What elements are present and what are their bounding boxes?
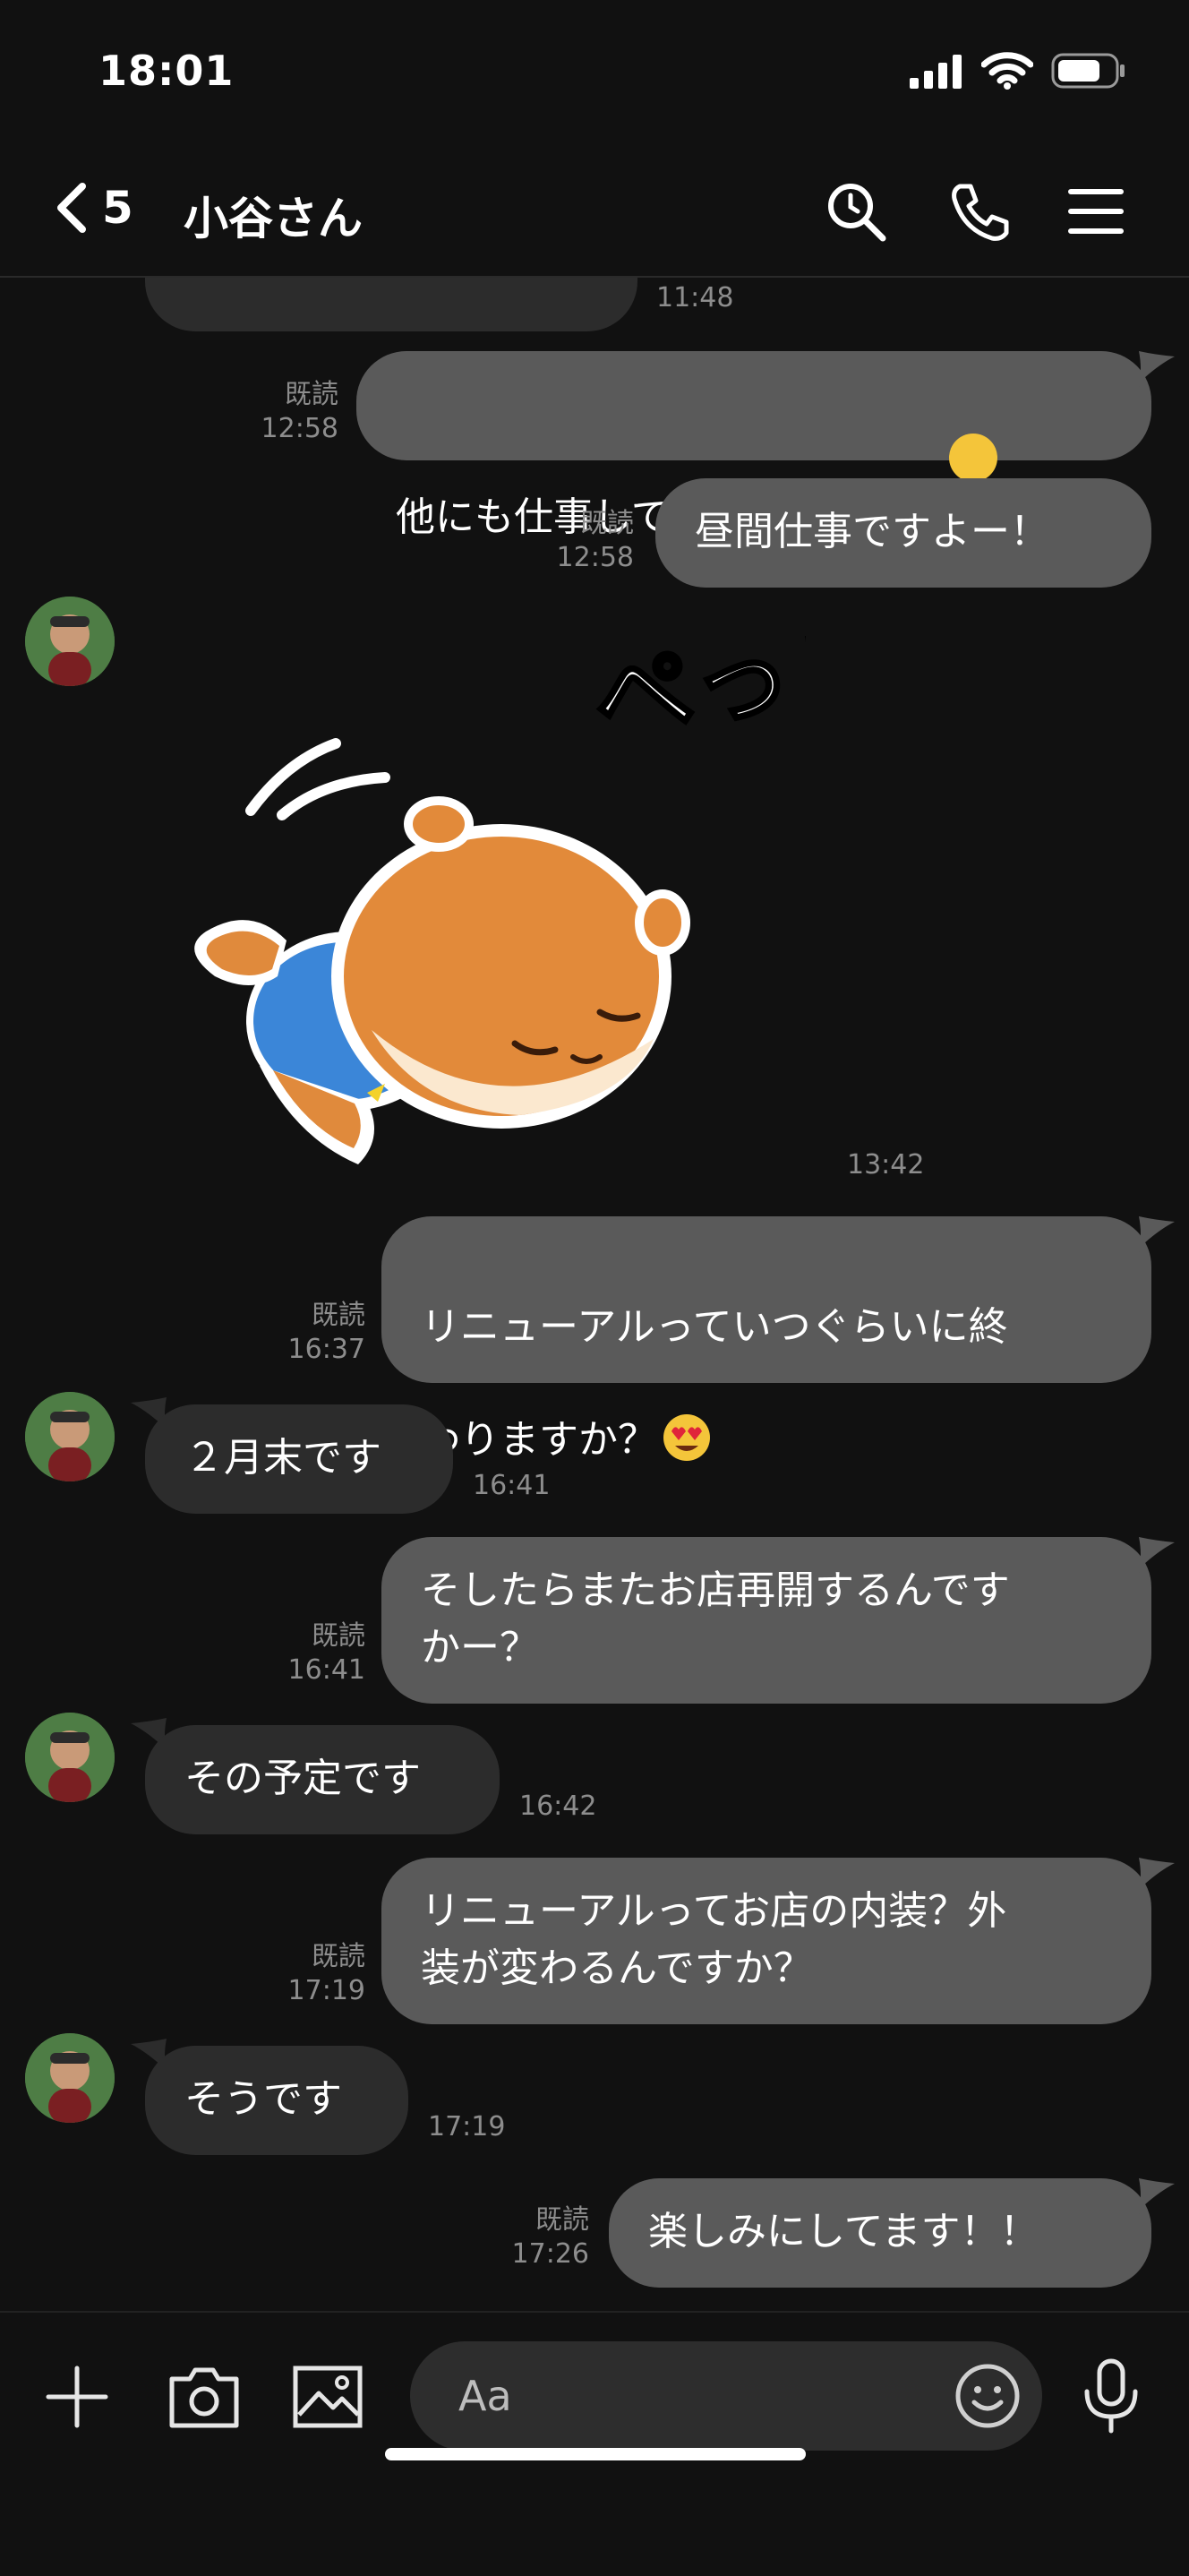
message-time: 17:26 (511, 2238, 589, 2270)
chat-header: 5 小谷さん (0, 143, 1189, 278)
read-receipt: 既読 (312, 1300, 365, 1331)
bubble-tail (1139, 2178, 1175, 2214)
message-time: 16:41 (473, 1470, 551, 1501)
read-receipt: 既読 (285, 379, 338, 410)
chevron-left-icon (57, 183, 86, 233)
message-bubble-incoming[interactable]: そうです (145, 2046, 408, 2155)
message-time: 17:19 (287, 1975, 365, 2006)
message-input[interactable]: Aa (410, 2341, 1042, 2451)
message-bubble-outgoing[interactable]: リニューアルってお店の内装？外 装が変わるんですか？ (381, 1858, 1151, 2024)
sticker-text: ぺっこり (587, 636, 806, 758)
message-meta: 既読 16:41 (260, 1619, 365, 1687)
message-time: 17:19 (428, 2111, 506, 2142)
message-time: 16:41 (287, 1654, 365, 1686)
message-bubble-incoming[interactable]: その予定です (145, 1725, 500, 1834)
message-bubble-outgoing[interactable]: 楽しみにしてます！！ (609, 2178, 1151, 2288)
emoji-icon[interactable] (954, 2363, 1021, 2429)
message-list[interactable]: 昼間お仕事ですか？ 11:48 既読 12:58 他にも仕事してるんですか？！ … (0, 278, 1189, 2311)
chat-title: 小谷さん (184, 193, 363, 245)
search-icon[interactable] (824, 179, 888, 244)
avatar[interactable] (25, 1713, 115, 1802)
message-bubble-incoming[interactable]: ２月末です (145, 1404, 453, 1514)
message-meta: 既読 12:58 (233, 378, 338, 446)
otter-bowing-sticker[interactable]: ぺっこり (179, 588, 995, 1191)
bubble-tail (1139, 351, 1175, 387)
image-icon[interactable] (292, 2363, 364, 2431)
message-meta: 既読 17:26 (483, 2203, 589, 2271)
read-receipt: 既読 (580, 508, 634, 539)
read-receipt: 既読 (535, 2204, 589, 2236)
avatar[interactable] (25, 1392, 115, 1481)
message-meta: 既読 12:58 (528, 507, 634, 575)
read-receipt: 既読 (312, 1941, 365, 1972)
bubble-tail (1139, 1216, 1175, 1252)
battery-icon (1051, 53, 1125, 89)
message-text: リニューアルっていつぐらいに終 わりますか？ (421, 1304, 1008, 1463)
avatar-photo (25, 1392, 115, 1481)
camera-icon[interactable] (167, 2363, 242, 2431)
plus-icon[interactable] (43, 2363, 111, 2431)
phone-icon[interactable] (947, 179, 1012, 244)
wifi-icon (981, 52, 1033, 90)
message-meta: 既読 17:19 (260, 1940, 365, 2008)
avatar-photo (25, 2033, 115, 2123)
bubble-tail (1139, 1858, 1175, 1893)
avatar[interactable] (25, 597, 115, 686)
status-icons (910, 52, 1126, 90)
message-time: 12:58 (556, 542, 634, 573)
message-bubble-outgoing[interactable]: リニューアルっていつぐらいに終 わりますか？ (381, 1216, 1151, 1463)
status-bar: 18:01 (0, 0, 1189, 143)
message-bubble-outgoing[interactable]: 昼間仕事ですよー！ (655, 478, 1151, 588)
home-indicator[interactable] (385, 2448, 806, 2460)
heart-eyes-face-icon (663, 1356, 711, 1461)
message-time: 12:58 (261, 413, 338, 444)
message-time: 11:48 (656, 282, 734, 313)
bubble-tail (1139, 1537, 1175, 1573)
avatar[interactable] (25, 2033, 115, 2123)
message-meta: 既読 16:37 (260, 1299, 365, 1367)
message-time: 16:42 (519, 1790, 597, 1822)
back-button[interactable]: 5 (54, 181, 133, 235)
avatar-photo (25, 1713, 115, 1802)
menu-icon[interactable] (1064, 179, 1128, 244)
signal-icon (910, 55, 962, 89)
message-bubble-outgoing[interactable]: 他にも仕事してるんですか？！ (356, 351, 1151, 540)
message-bubble-outgoing[interactable]: そしたらまたお店再開するんです かー？ (381, 1537, 1151, 1704)
message-bubble-incoming[interactable]: 昼間お仕事ですか？ (145, 278, 637, 331)
message-time: 16:37 (287, 1334, 365, 1365)
flushed-face-icon (949, 434, 998, 538)
message-input-bar: Aa (0, 2311, 1189, 2576)
message-time: 13:42 (847, 1149, 925, 1181)
avatar-photo (25, 597, 115, 686)
unread-count: 5 (102, 182, 133, 234)
microphone-icon[interactable] (1080, 2357, 1142, 2434)
input-placeholder: Aa (458, 2372, 512, 2420)
status-time: 18:01 (98, 47, 235, 95)
read-receipt: 既読 (312, 1620, 365, 1652)
